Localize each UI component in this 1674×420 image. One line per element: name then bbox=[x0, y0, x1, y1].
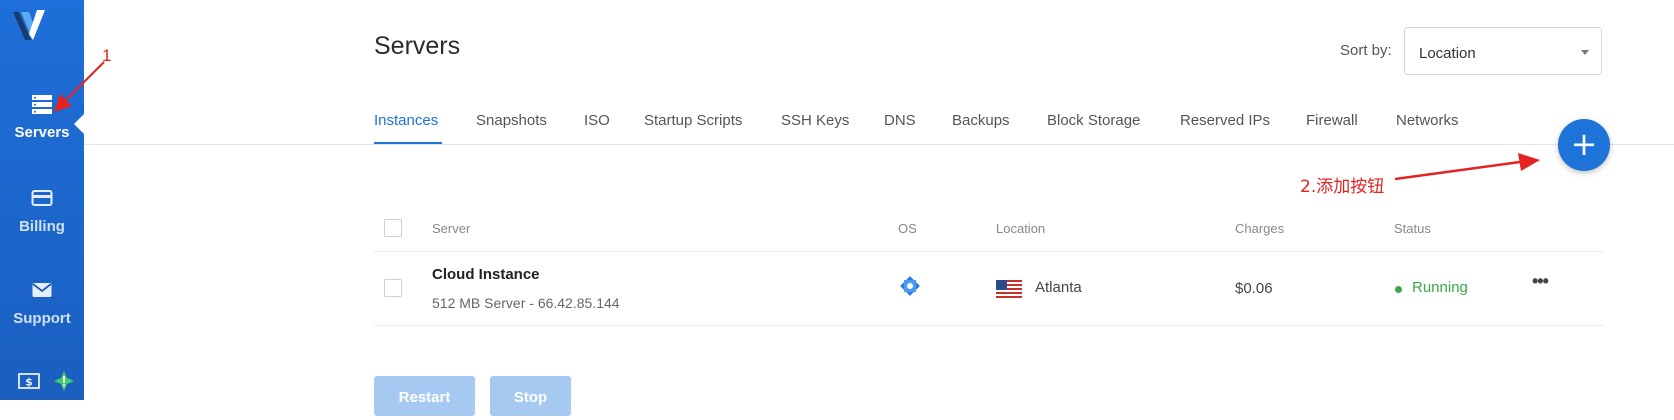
tab-ssh-keys[interactable]: SSH Keys bbox=[781, 112, 849, 129]
tab-snapshots[interactable]: Snapshots bbox=[476, 112, 547, 129]
sidebar-item-support[interactable]: Support bbox=[0, 280, 84, 327]
column-header-status[interactable]: Status bbox=[1394, 221, 1431, 236]
charges-value: $0.06 bbox=[1235, 280, 1273, 297]
stop-button[interactable]: Stop bbox=[490, 376, 571, 416]
sort-select[interactable]: Location bbox=[1404, 27, 1602, 75]
annotation-arrow-2 bbox=[1394, 153, 1540, 181]
tab-block-storage[interactable]: Block Storage bbox=[1047, 112, 1140, 129]
restart-button[interactable]: Restart bbox=[374, 376, 475, 416]
sidebar-item-servers[interactable]: Servers bbox=[0, 94, 84, 141]
envelope-icon bbox=[32, 283, 52, 297]
credit-card-icon bbox=[31, 190, 53, 206]
server-stack-icon bbox=[32, 95, 52, 114]
tab-networks[interactable]: Networks bbox=[1396, 112, 1459, 129]
sidebar: Servers Billing Support $ bbox=[0, 0, 84, 400]
sidebar-item-label: Servers bbox=[14, 124, 70, 141]
page-title: Servers bbox=[374, 32, 461, 60]
vultr-logo-icon[interactable] bbox=[9, 6, 51, 46]
tab-dns[interactable]: DNS bbox=[884, 112, 916, 129]
tab-backups[interactable]: Backups bbox=[952, 112, 1010, 129]
more-actions-icon[interactable]: ••• bbox=[1532, 271, 1549, 292]
active-indicator bbox=[74, 114, 84, 134]
server-name-link[interactable]: Cloud Instance bbox=[432, 266, 540, 283]
row-divider bbox=[374, 251, 1604, 252]
os-logo-icon bbox=[900, 276, 920, 296]
server-details: 512 MB Server - 66.42.85.144 bbox=[432, 295, 620, 311]
dollar-bill-icon[interactable]: $ bbox=[18, 372, 40, 390]
tab-firewall[interactable]: Firewall bbox=[1306, 112, 1358, 129]
status-dot bbox=[1395, 286, 1402, 293]
row-divider bbox=[374, 325, 1604, 326]
us-flag-icon bbox=[996, 280, 1022, 298]
tab-instances[interactable]: Instances bbox=[374, 112, 438, 129]
tab-startup-scripts[interactable]: Startup Scripts bbox=[644, 112, 742, 129]
select-all-checkbox[interactable] bbox=[384, 219, 402, 237]
svg-text:$: $ bbox=[25, 376, 33, 389]
sort-label: Sort by: bbox=[1340, 42, 1392, 59]
sidebar-item-label: Support bbox=[13, 310, 71, 327]
status-badge: Running bbox=[1412, 279, 1468, 296]
add-server-button[interactable]: + bbox=[1558, 119, 1610, 171]
column-header-server[interactable]: Server bbox=[432, 221, 470, 236]
sidebar-item-billing[interactable]: Billing bbox=[0, 188, 84, 235]
tabs-divider bbox=[84, 144, 1674, 145]
sort-select-value: Location bbox=[1419, 45, 1476, 62]
tab-reserved-ips[interactable]: Reserved IPs bbox=[1180, 112, 1270, 129]
promo-badge-icon[interactable] bbox=[53, 370, 75, 392]
tab-iso[interactable]: ISO bbox=[584, 112, 610, 129]
sidebar-item-label: Billing bbox=[19, 218, 65, 235]
column-header-location[interactable]: Location bbox=[996, 221, 1045, 236]
account-menu-partial[interactable]: · · · · · · · bbox=[1424, 0, 1468, 4]
column-header-os[interactable]: OS bbox=[898, 221, 917, 236]
chevron-down-icon bbox=[1581, 50, 1589, 55]
annotation-label-1: 1 bbox=[102, 46, 112, 65]
location-value: Atlanta bbox=[1035, 279, 1082, 296]
annotation-label-2: 2.添加按钮 bbox=[1300, 177, 1385, 197]
column-header-charges[interactable]: Charges bbox=[1235, 221, 1284, 236]
row-checkbox[interactable] bbox=[384, 279, 402, 297]
